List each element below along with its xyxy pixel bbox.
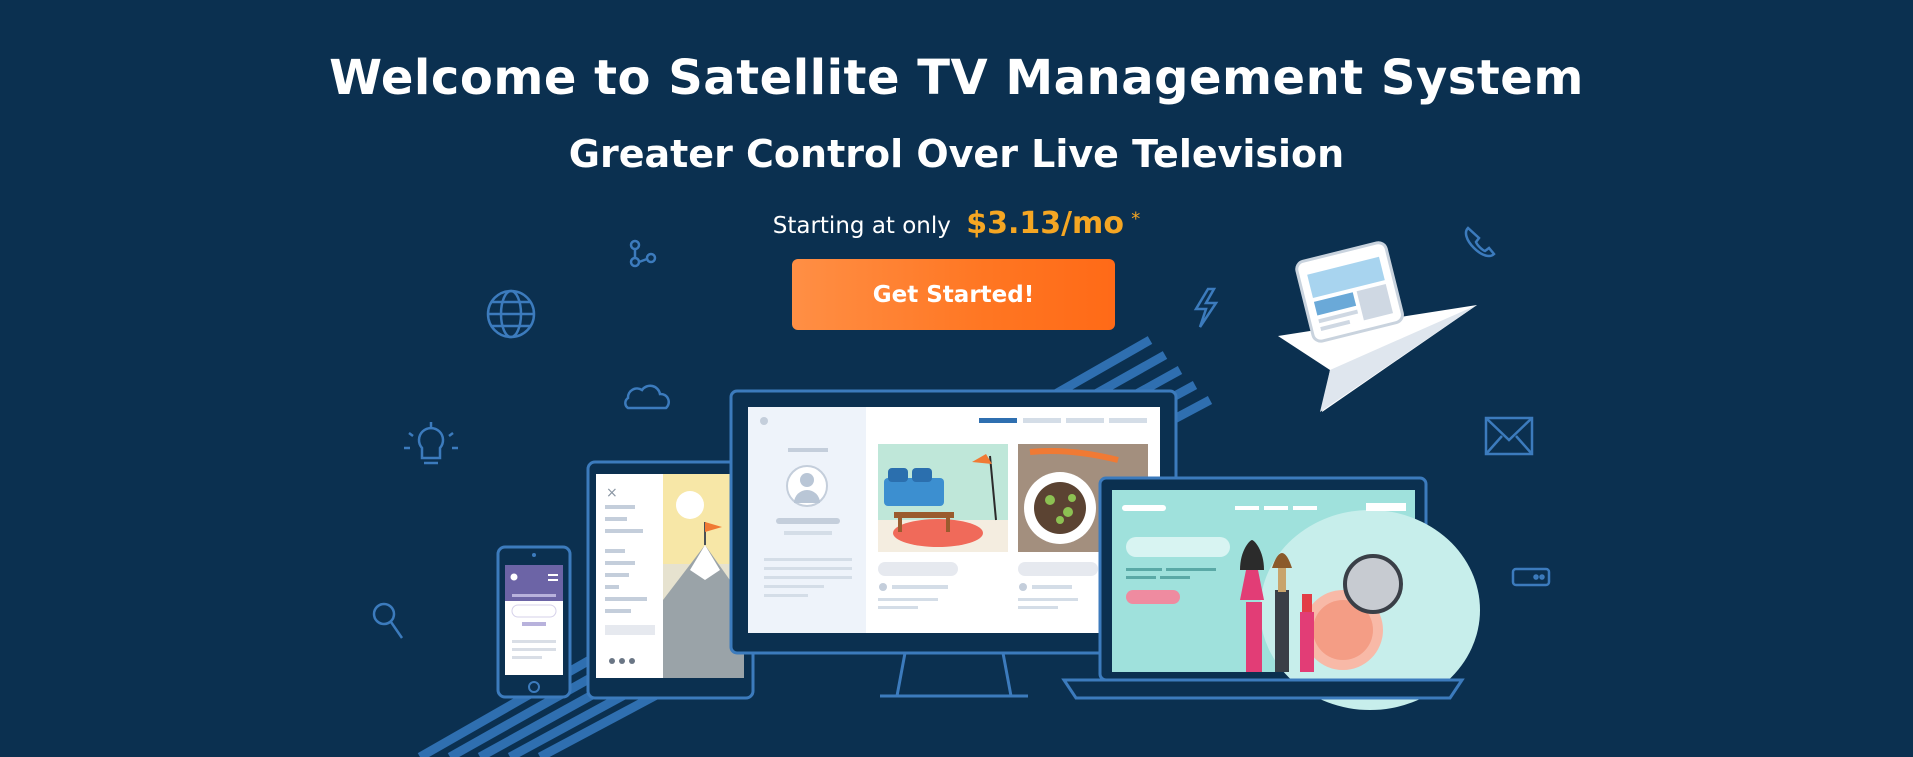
battery-icon xyxy=(1511,567,1551,587)
globe-icon xyxy=(486,289,536,339)
mail-icon xyxy=(1484,416,1534,456)
lightning-icon xyxy=(1193,287,1219,328)
paper-plane-icon xyxy=(1278,241,1477,412)
laptop-device xyxy=(1061,476,1480,710)
lightbulb-icon xyxy=(404,422,458,465)
svg-text:×: × xyxy=(606,485,618,501)
hero-section: Welcome to Satellite TV Management Syste… xyxy=(0,0,1913,757)
magnifier-icon xyxy=(372,602,404,639)
phone-icon xyxy=(1464,226,1496,258)
devices-illustration: × xyxy=(372,226,1551,757)
cloud-icon xyxy=(624,384,670,410)
phone-device xyxy=(496,545,572,699)
share-icon xyxy=(629,239,657,268)
tablet-device: × xyxy=(586,460,755,700)
